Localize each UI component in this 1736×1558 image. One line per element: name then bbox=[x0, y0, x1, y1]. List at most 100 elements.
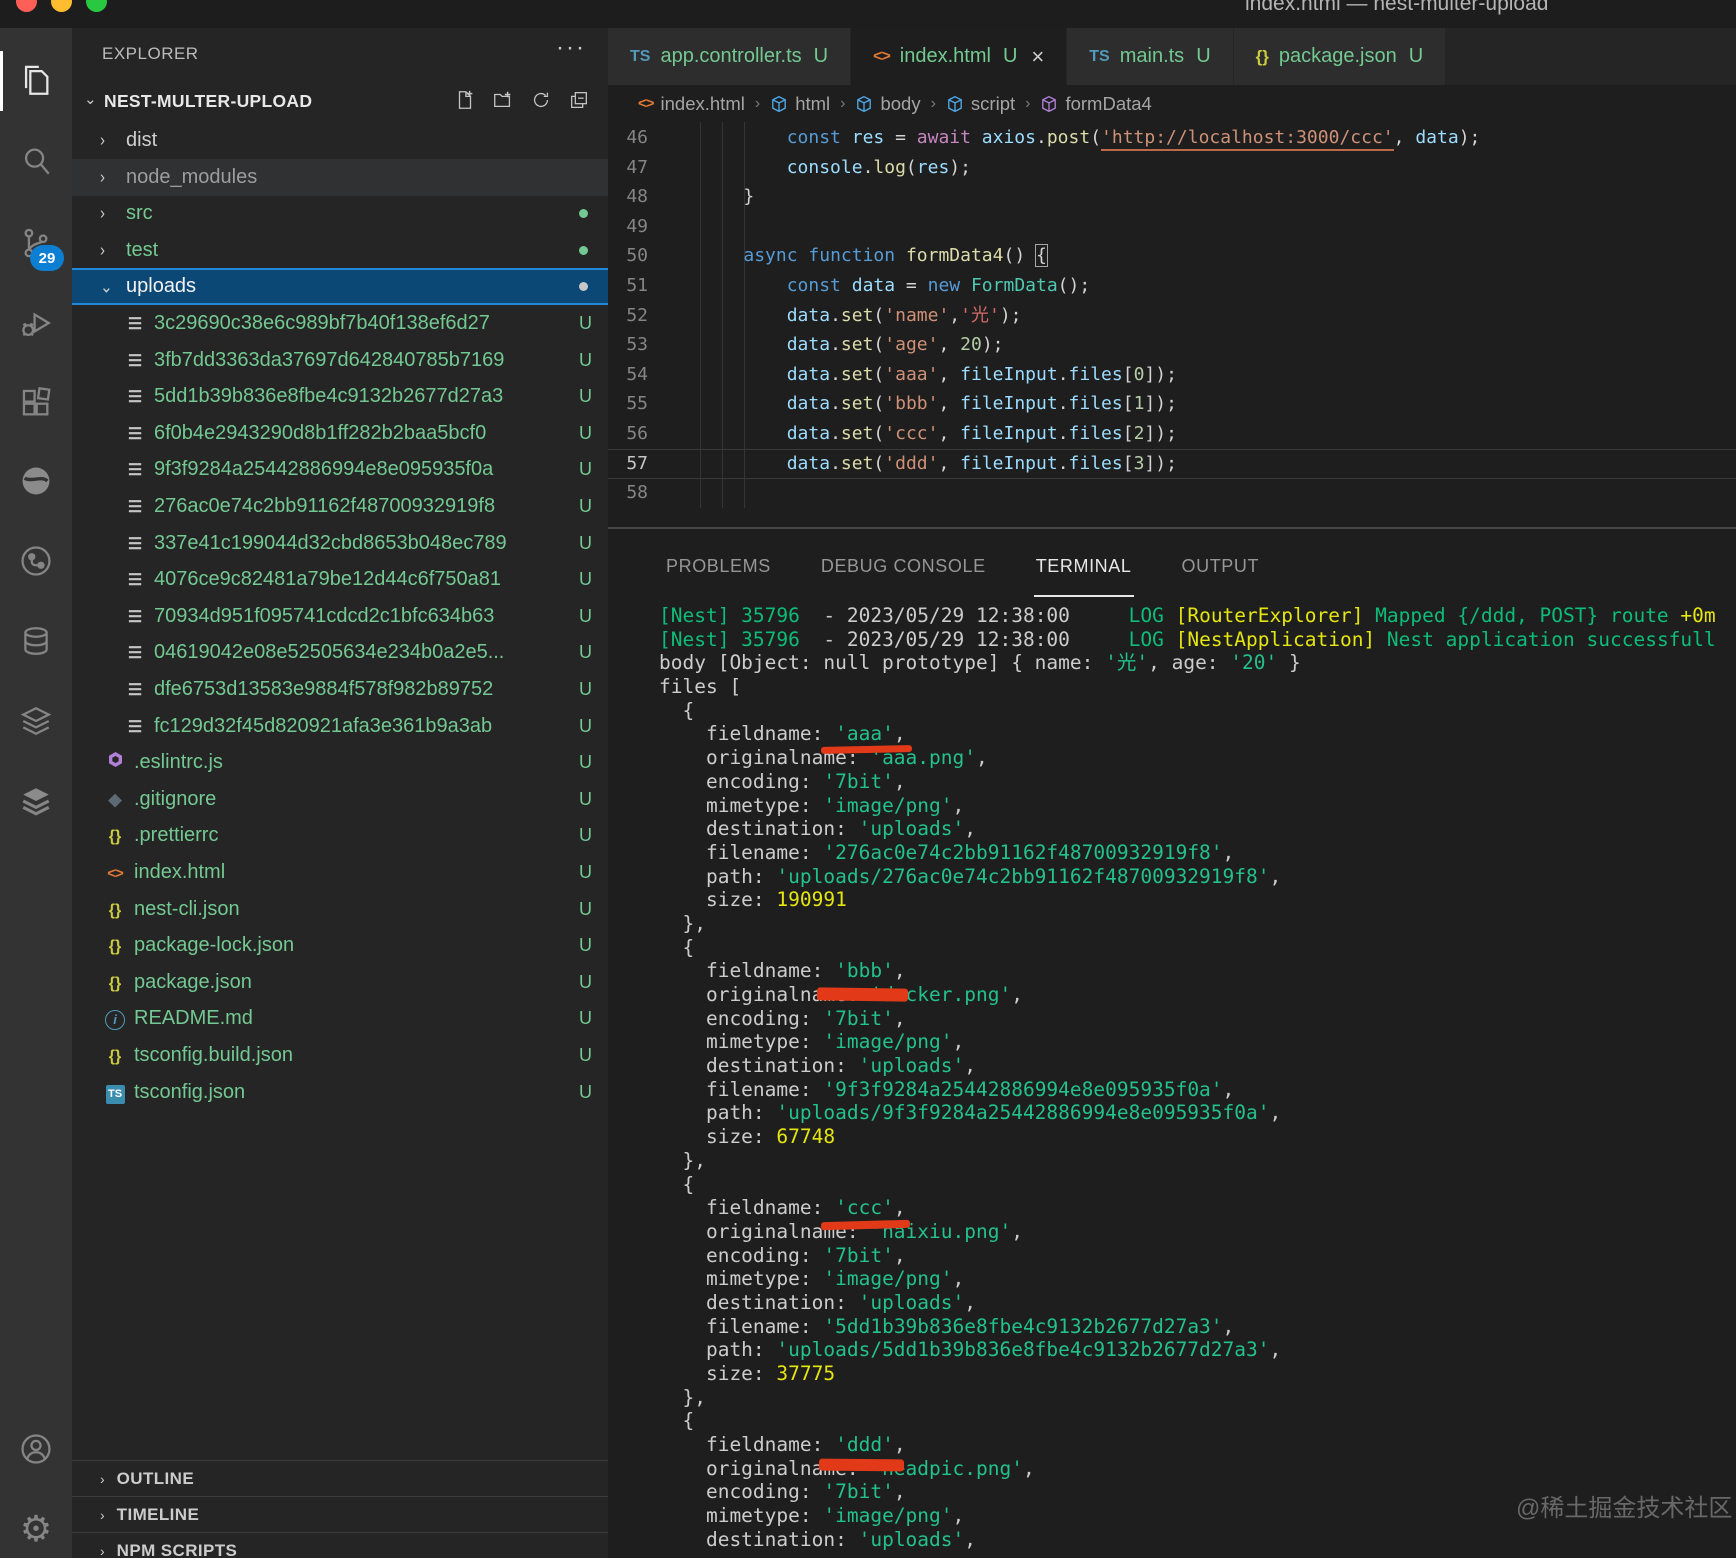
terminal-line: filename: '276ac0e74c2bb91162f4870093291… bbox=[659, 841, 1736, 865]
new-file-icon[interactable] bbox=[454, 89, 478, 113]
code-line-58 bbox=[700, 478, 1480, 508]
line-number-gutter: 46474849505152535455565758 bbox=[608, 123, 648, 508]
breadcrumb-separator: › bbox=[755, 95, 760, 113]
tree-row-dist[interactable]: ›dist bbox=[72, 122, 608, 159]
file-icon: ☰ bbox=[122, 532, 148, 555]
chevron-right-icon: › bbox=[100, 131, 105, 151]
panel-tab-debug-console[interactable]: DEBUG CONSOLE bbox=[819, 534, 988, 597]
tree-row-index.html[interactable]: <>index.htmlU bbox=[72, 854, 608, 891]
red-annotation-underline: 'aaa' bbox=[835, 722, 894, 746]
tab-index.html[interactable]: <>index.htmlU× bbox=[851, 28, 1066, 85]
tree-row-README.md[interactable]: iREADME.mdU bbox=[72, 1000, 608, 1037]
tree-row-tsconfig.json[interactable]: TStsconfig.jsonU bbox=[72, 1074, 608, 1111]
sidebar-section-npm-scripts[interactable]: ›NPM SCRIPTS bbox=[72, 1532, 608, 1558]
tree-row-fc129d32f45d820921afa3e361b9a3ab[interactable]: ☰fc129d32f45d820921afa3e361b9a3abU bbox=[72, 708, 608, 745]
file-icon: ☰ bbox=[122, 715, 148, 738]
tree-row-test[interactable]: ›test bbox=[72, 232, 608, 269]
file-icon: ☰ bbox=[122, 458, 148, 481]
tree-row-package-lock.json[interactable]: {}package-lock.jsonU bbox=[72, 927, 608, 964]
file-name: 9f3f9284a25442886994e8e095935f0a bbox=[154, 458, 493, 481]
git-graph-icon[interactable] bbox=[0, 525, 72, 597]
source-control-icon[interactable]: 29 bbox=[0, 207, 72, 279]
tree-row-.gitignore[interactable]: ◆.gitignoreU bbox=[72, 781, 608, 818]
search-icon[interactable] bbox=[0, 125, 72, 197]
untracked-badge: U bbox=[1196, 45, 1210, 68]
untracked-badge: U bbox=[579, 350, 592, 371]
terminal-output[interactable]: [Nest] 35796 - 2023/05/29 12:38:00 LOG [… bbox=[659, 604, 1736, 1552]
minimize-traffic-light-icon[interactable] bbox=[51, 0, 72, 12]
file-name: dfe6753d13583e9884f578f982b89752 bbox=[154, 678, 493, 701]
tree-row-.eslintrc.js[interactable]: .eslintrc.jsU bbox=[72, 744, 608, 781]
code-line-55: data.set('bbb', fileInput.files[1]); bbox=[700, 389, 1480, 419]
breadcrumb-separator: › bbox=[931, 95, 936, 113]
breadcrumb-item-script[interactable]: script bbox=[946, 93, 1015, 115]
explorer-icon[interactable] bbox=[0, 45, 72, 117]
line-number: 56 bbox=[608, 419, 648, 449]
sidebar-section-outline[interactable]: ›OUTLINE bbox=[72, 1460, 608, 1497]
code-line-51: const data = new FormData(); bbox=[700, 271, 1480, 301]
file-name: 337e41c199044d32cbd8653b048ec789 bbox=[154, 532, 507, 555]
tree-row-tsconfig.build.json[interactable]: {}tsconfig.build.jsonU bbox=[72, 1037, 608, 1074]
breadcrumb-item-body[interactable]: body bbox=[855, 93, 920, 115]
line-number: 50 bbox=[608, 241, 648, 271]
file-icon: ☰ bbox=[122, 678, 148, 701]
tree-row-9f3f9284a25442886994e8e095935f0a[interactable]: ☰ 9f3f9284a25442886994e8e095935f0a U bbox=[72, 451, 608, 488]
terminal-line: size: 67748 bbox=[659, 1125, 1736, 1149]
terminal-line: path: 'uploads/276ac0e74c2bb91162f487009… bbox=[659, 865, 1736, 889]
tree-row-276ac0e74c2bb91162f48700932919f8[interactable]: ☰276ac0e74c2bb91162f48700932919f8U bbox=[72, 488, 608, 525]
run-debug-icon[interactable] bbox=[0, 287, 72, 359]
code-editor[interactable]: 46474849505152535455565758 const res = a… bbox=[608, 122, 1736, 527]
file-name: 3fb7dd3363da37697d642840785b7169 bbox=[154, 349, 504, 372]
untracked-badge: U bbox=[579, 862, 592, 883]
tab-app.controller.ts[interactable]: TSapp.controller.tsU bbox=[608, 28, 850, 85]
tree-row-uploads[interactable]: ⌄uploads bbox=[72, 268, 608, 305]
tree-row-4076ce9c82481a79be12d44c6f750a81[interactable]: ☰4076ce9c82481a79be12d44c6f750a81U bbox=[72, 561, 608, 598]
tree-row-dfe6753d13583e9884f578f982b89752[interactable]: ☰dfe6753d13583e9884f578f982b89752U bbox=[72, 671, 608, 708]
tree-row-6f0b4e2943290d8b1ff282b2baa5bcf0[interactable]: ☰6f0b4e2943290d8b1ff282b2baa5bcf0U bbox=[72, 415, 608, 452]
braces-file-icon: {} bbox=[102, 898, 128, 921]
folder-name: test bbox=[126, 239, 158, 262]
breadcrumb-label: html bbox=[795, 93, 830, 115]
tree-row-.prettierrc[interactable]: {}.prettierrcU bbox=[72, 817, 608, 854]
terminal-line: mimetype: 'image/png', bbox=[659, 794, 1736, 818]
sidebar-section-timeline[interactable]: ›TIMELINE bbox=[72, 1496, 608, 1533]
breadcrumb-item-formData4[interactable]: formData4 bbox=[1040, 93, 1151, 115]
panel-tab-output[interactable]: OUTPUT bbox=[1180, 534, 1262, 597]
tree-row-src[interactable]: ›src bbox=[72, 195, 608, 232]
account-icon[interactable] bbox=[0, 1413, 72, 1485]
tree-row-70934d951f095741cdcd2c1bfc634b63[interactable]: ☰70934d951f095741cdcd2c1bfc634b63U bbox=[72, 598, 608, 635]
code-content[interactable]: const res = await axios.post('http://loc… bbox=[700, 123, 1480, 508]
panel-tab-terminal[interactable]: TERMINAL bbox=[1034, 534, 1134, 597]
tree-row-04619042e08e52505634e234b0a2e5...[interactable]: ☰04619042e08e52505634e234b0a2e5...U bbox=[72, 634, 608, 671]
more-actions-icon[interactable]: ··· bbox=[556, 34, 586, 62]
tab-main.ts[interactable]: TSmain.tsU bbox=[1067, 28, 1232, 85]
tree-row-5dd1b39b836e8fbe4c9132b2677d27a3[interactable]: ☰5dd1b39b836e8fbe4c9132b2677d27a3U bbox=[72, 378, 608, 415]
breadcrumb-item-index.html[interactable]: <>index.html bbox=[638, 93, 745, 115]
panel-tab-problems[interactable]: PROBLEMS bbox=[664, 534, 773, 597]
maximize-traffic-light-icon[interactable] bbox=[86, 0, 107, 12]
tree-row-3c29690c38e6c989bf7b40f138ef6d27[interactable]: ☰3c29690c38e6c989bf7b40f138ef6d27U bbox=[72, 305, 608, 342]
tab-package.json[interactable]: {}package.jsonU bbox=[1234, 28, 1446, 85]
tree-row-package.json[interactable]: {}package.jsonU bbox=[72, 964, 608, 1001]
tree-row-3fb7dd3363da37697d642840785b7169[interactable]: ☰3fb7dd3363da37697d642840785b7169U bbox=[72, 342, 608, 379]
new-folder-icon[interactable] bbox=[492, 89, 516, 113]
tree-row-node_modules[interactable]: ›node_modules bbox=[72, 159, 608, 196]
tree-row-337e41c199044d32cbd8653b048ec789[interactable]: ☰337e41c199044d32cbd8653b048ec789U bbox=[72, 525, 608, 562]
breadcrumb-item-html[interactable]: html bbox=[770, 93, 830, 115]
close-traffic-light-icon[interactable] bbox=[16, 0, 37, 12]
file-icon: ☰ bbox=[122, 312, 148, 335]
close-icon[interactable]: × bbox=[1031, 44, 1044, 70]
extensions-icon[interactable] bbox=[0, 367, 72, 439]
untracked-badge: U bbox=[579, 899, 592, 920]
project-root-row[interactable]: ⌄ NEST-MULTER-UPLOAD bbox=[72, 84, 608, 118]
database-icon[interactable] bbox=[0, 605, 72, 677]
swirl-icon[interactable] bbox=[0, 445, 72, 517]
file-name: tsconfig.build.json bbox=[134, 1044, 293, 1067]
collapse-all-icon[interactable] bbox=[568, 89, 592, 113]
layers-icon[interactable] bbox=[0, 685, 72, 757]
settings-icon[interactable]: ⚙ bbox=[0, 1493, 72, 1558]
layers-filled-icon[interactable] bbox=[0, 765, 72, 837]
untracked-badge: U bbox=[579, 459, 592, 480]
refresh-icon[interactable] bbox=[530, 89, 554, 113]
tree-row-nest-cli.json[interactable]: {}nest-cli.jsonU bbox=[72, 891, 608, 928]
